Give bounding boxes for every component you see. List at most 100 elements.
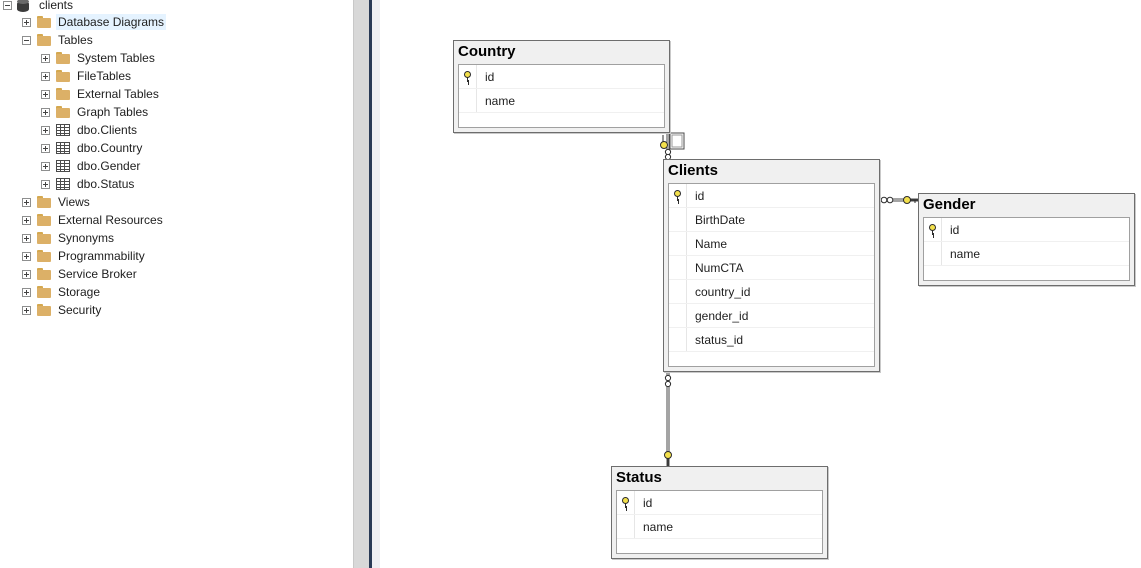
object-explorer-tree: clients Database Diagrams Tables System … xyxy=(0,0,353,568)
table-status[interactable]: Status id name xyxy=(611,466,828,559)
column-row[interactable]: Name xyxy=(669,232,874,256)
row-selector[interactable] xyxy=(924,242,942,265)
table-country[interactable]: Country id name xyxy=(453,40,670,133)
relationship-clients-status[interactable] xyxy=(664,372,672,466)
folder-icon xyxy=(36,285,52,299)
column-row[interactable]: NumCTA xyxy=(669,256,874,280)
tree-label: dbo.Clients xyxy=(77,123,138,137)
relationship-clients-gender[interactable] xyxy=(879,196,918,204)
tree-node-security[interactable]: Security xyxy=(22,301,103,319)
column-row[interactable]: BirthDate xyxy=(669,208,874,232)
table-clients[interactable]: Clients id BirthDate Name NumCTA country… xyxy=(663,159,880,372)
key-end-icon xyxy=(903,196,918,204)
row-selector[interactable] xyxy=(669,256,687,279)
table-icon xyxy=(56,142,70,154)
column-row[interactable]: id xyxy=(459,65,664,89)
expand-icon[interactable] xyxy=(41,125,50,135)
expand-icon[interactable] xyxy=(41,71,50,81)
folder-icon xyxy=(55,105,71,119)
column-name: id xyxy=(950,222,960,237)
row-selector[interactable] xyxy=(459,89,477,112)
tree-node-dbo-status[interactable]: dbo.Status xyxy=(41,175,136,193)
diagram-canvas[interactable]: Country id name Clients id BirthDate Nam… xyxy=(380,0,1141,568)
folder-icon xyxy=(55,69,71,83)
tree-node-graph-tables[interactable]: Graph Tables xyxy=(41,103,150,121)
expand-icon[interactable] xyxy=(22,251,31,261)
row-selector[interactable] xyxy=(617,515,635,538)
column-row[interactable]: name xyxy=(617,515,822,539)
column-row[interactable]: name xyxy=(459,89,664,113)
tree-label: External Tables xyxy=(77,87,159,101)
table-gender[interactable]: Gender id name xyxy=(918,193,1135,286)
column-name: Name xyxy=(695,236,728,251)
tree-node-service-broker[interactable]: Service Broker xyxy=(22,265,139,283)
row-selector[interactable] xyxy=(459,65,477,88)
column-row[interactable]: status_id xyxy=(669,328,874,352)
folder-icon xyxy=(36,213,52,227)
tree-label: Storage xyxy=(58,285,101,299)
folder-icon xyxy=(36,231,52,245)
tree-node-external-resources[interactable]: External Resources xyxy=(22,211,165,229)
folder-icon xyxy=(36,249,52,263)
tree-node-dbo-clients[interactable]: dbo.Clients xyxy=(41,121,139,139)
expand-icon[interactable] xyxy=(22,17,31,27)
tree-label: Views xyxy=(58,195,90,209)
tree-node-views[interactable]: Views xyxy=(22,193,92,211)
row-selector[interactable] xyxy=(669,232,687,255)
folder-icon xyxy=(36,195,52,209)
column-row[interactable]: gender_id xyxy=(669,304,874,328)
tree-node-storage[interactable]: Storage xyxy=(22,283,102,301)
tree-node-dbo-gender[interactable]: dbo.Gender xyxy=(41,157,142,175)
column-name: BirthDate xyxy=(695,212,746,227)
expand-icon[interactable] xyxy=(22,233,31,243)
column-row[interactable]: id xyxy=(617,491,822,515)
relationship-country-clients[interactable] xyxy=(660,132,685,161)
tree-node-dbo-country[interactable]: dbo.Country xyxy=(41,139,144,157)
row-selector[interactable] xyxy=(669,184,687,207)
column-name: name xyxy=(643,519,674,534)
row-selector[interactable] xyxy=(669,328,687,351)
expand-icon[interactable] xyxy=(22,305,31,315)
row-selector[interactable] xyxy=(669,304,687,327)
row-selector[interactable] xyxy=(924,218,942,241)
column-name: id xyxy=(485,69,495,84)
tree-node-external-tables[interactable]: External Tables xyxy=(41,85,161,103)
panel-splitter[interactable] xyxy=(353,0,370,568)
column-name: name xyxy=(485,93,516,108)
tree-label: External Resources xyxy=(58,213,163,227)
column-row[interactable]: id xyxy=(669,184,874,208)
tree-node-synonyms[interactable]: Synonyms xyxy=(22,229,116,247)
expand-icon[interactable] xyxy=(41,161,50,171)
document-margin xyxy=(372,0,380,568)
row-selector[interactable] xyxy=(617,491,635,514)
expand-icon[interactable] xyxy=(22,215,31,225)
column-grid: id name xyxy=(458,64,665,128)
column-name: gender_id xyxy=(695,308,749,323)
expand-icon[interactable] xyxy=(41,107,50,117)
expand-icon[interactable] xyxy=(22,287,31,297)
column-row[interactable]: country_id xyxy=(669,280,874,304)
tree-node-filetables[interactable]: FileTables xyxy=(41,67,133,85)
tree-node-programmability[interactable]: Programmability xyxy=(22,247,147,265)
expand-icon[interactable] xyxy=(41,179,50,189)
tree-node-system-tables[interactable]: System Tables xyxy=(41,49,157,67)
collapse-icon[interactable] xyxy=(3,0,12,10)
folder-icon xyxy=(55,87,71,101)
column-row[interactable]: name xyxy=(924,242,1129,266)
expand-icon[interactable] xyxy=(41,53,50,63)
row-selector[interactable] xyxy=(669,280,687,303)
table-title: Status xyxy=(616,469,662,486)
tree-node-database[interactable]: clients xyxy=(3,0,75,14)
table-title: Gender xyxy=(923,196,976,213)
expand-icon[interactable] xyxy=(41,143,50,153)
tree-label: dbo.Country xyxy=(77,141,143,155)
row-selector[interactable] xyxy=(669,208,687,231)
tree-node-tables[interactable]: Tables xyxy=(22,31,95,49)
expand-icon[interactable] xyxy=(22,197,31,207)
collapse-icon[interactable] xyxy=(22,35,31,45)
expand-icon[interactable] xyxy=(41,89,50,99)
expand-icon[interactable] xyxy=(22,269,31,279)
tree-label: dbo.Status xyxy=(77,177,135,191)
column-row[interactable]: id xyxy=(924,218,1129,242)
tree-node-database-diagrams[interactable]: Database Diagrams xyxy=(22,13,167,31)
